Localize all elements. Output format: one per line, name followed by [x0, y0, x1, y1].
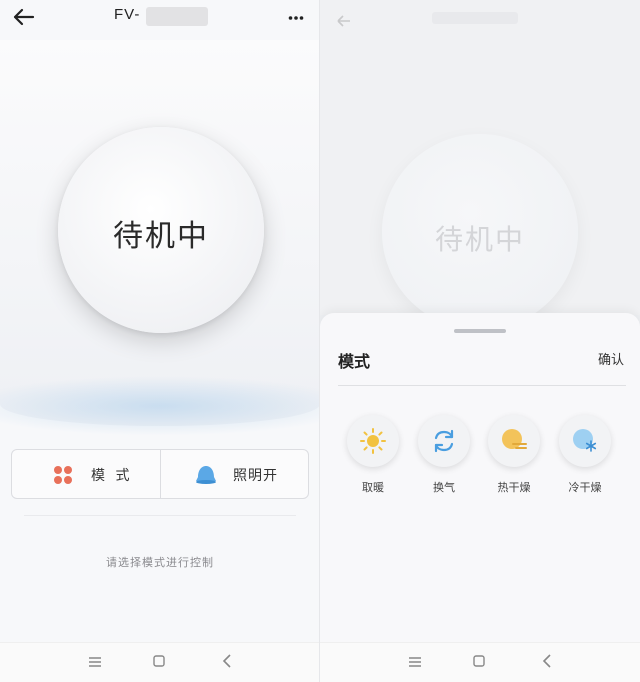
mode-option-heat[interactable]: 取暖: [346, 415, 402, 503]
dimmed-background: 待机中: [320, 0, 640, 330]
nav-back-icon[interactable]: [222, 654, 232, 668]
dimmed-title: [432, 12, 518, 24]
system-nav-bar: [320, 642, 640, 682]
mode-select-screen: 待机中 模式 确认 取暖 换气 热干燥 冷干燥: [320, 0, 640, 682]
mode-option-circle: [347, 415, 399, 467]
confirm-button[interactable]: 确认: [598, 349, 624, 368]
system-nav-bar: [0, 642, 320, 682]
mode-bottom-sheet: 模式 确认 取暖 换气 热干燥 冷干燥: [320, 313, 640, 643]
mode-option-warm-dry[interactable]: 热干燥: [487, 415, 543, 503]
mode-option-circle: [488, 415, 540, 467]
menu-icon[interactable]: [88, 656, 102, 668]
nav-back-icon[interactable]: [542, 654, 552, 668]
mode-button[interactable]: 模 式: [12, 450, 160, 498]
hint-text: 请选择模式进行控制: [106, 556, 214, 569]
more-dots-icon[interactable]: [288, 15, 304, 21]
status-text: 待机中: [113, 219, 209, 254]
mode-button-label: 模 式: [91, 468, 133, 484]
menu-icon[interactable]: [408, 656, 422, 668]
mode-option-label: 冷干燥: [568, 481, 602, 494]
mode-option-circle: [418, 415, 470, 467]
bell-light-icon: [196, 466, 216, 484]
mode-option-label: 换气: [433, 481, 455, 494]
hero-glow: [0, 376, 320, 436]
home-icon[interactable]: [153, 655, 165, 667]
dimmed-status-text: 待机中: [434, 223, 525, 256]
warm-dry-icon: [502, 429, 527, 449]
mode-option-label: 热干燥: [497, 481, 531, 494]
light-toggle-button[interactable]: 照明开: [161, 450, 309, 498]
home-icon[interactable]: [473, 655, 485, 667]
top-bar: FV-: [0, 0, 320, 36]
refresh-arrows-icon: [434, 429, 454, 453]
mode-dots-icon: [54, 466, 72, 484]
mode-option-cool-dry[interactable]: 冷干燥: [558, 415, 614, 503]
back-arrow-icon: [337, 15, 350, 27]
light-button-label: 照明开: [233, 468, 278, 484]
control-bar: 模 式 照明开: [11, 449, 309, 499]
sun-icon: [360, 428, 386, 454]
device-title: FV-: [114, 6, 141, 23]
cool-dry-icon: [573, 429, 597, 452]
device-control-screen: FV- 待机中 模 式 照明开 请选择模式进行控制: [0, 0, 320, 682]
mode-option-circle: [559, 415, 611, 467]
sheet-divider: [338, 385, 626, 386]
back-arrow-icon[interactable]: [12, 6, 36, 28]
sheet-title: 模式: [338, 352, 371, 371]
mode-option-label: 取暖: [362, 481, 384, 494]
device-title-redacted: [146, 7, 208, 26]
sheet-grabber[interactable]: [454, 329, 506, 333]
status-circle[interactable]: 待机中: [58, 127, 264, 333]
mode-option-ventilate[interactable]: 换气: [417, 415, 473, 503]
hint-divider: [24, 515, 296, 516]
